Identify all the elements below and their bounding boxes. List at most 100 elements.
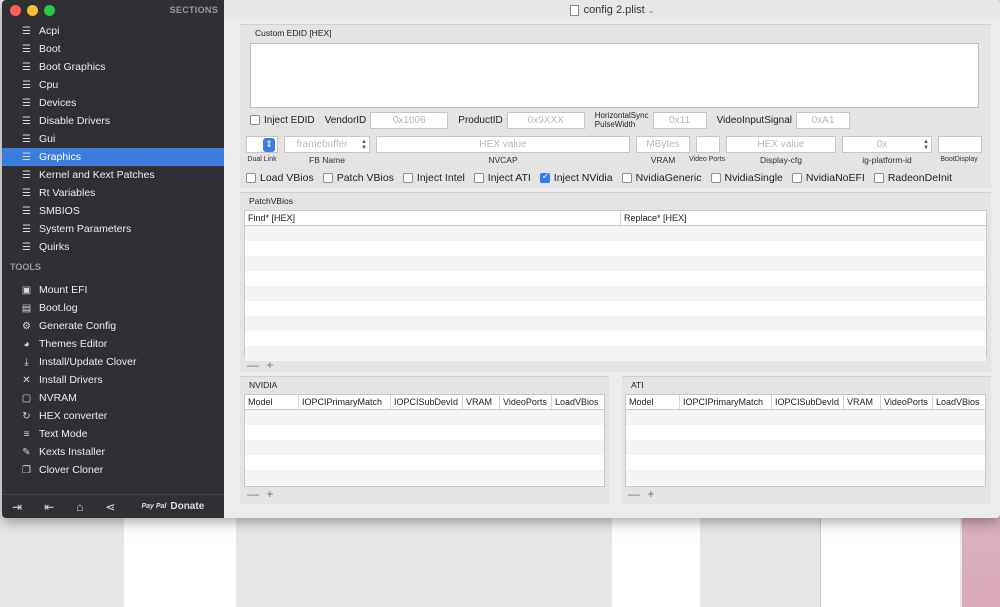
list-icon: ☰ <box>22 241 31 253</box>
sidebar-item[interactable]: ≡ Text Mode <box>2 425 224 443</box>
ati-table[interactable]: Model IOPCIPrimaryMatch IOPCISubDevId VRAM V… <box>625 394 986 487</box>
framebuffer-placeholder: framebuffer <box>296 139 348 150</box>
checkbox[interactable] <box>473 173 484 183</box>
sidebar-item-label: Gui <box>39 133 56 145</box>
minimize-button[interactable] <box>27 5 38 16</box>
table-header: Model IOPCIPrimaryMatch IOPCISubDevId VRAM V… <box>626 395 985 410</box>
checkbox-label: Patch VBios <box>336 172 394 184</box>
chevron-down-icon[interactable]: ⌄ <box>648 6 655 15</box>
sidebar-item[interactable]: ☰ Disable Drivers <box>2 112 224 130</box>
sidebar-item[interactable]: ☰ System Parameters <box>2 220 224 238</box>
donate-button[interactable]: Pay Pal Donate <box>141 501 204 512</box>
column-header[interactable]: Model <box>245 395 299 409</box>
sidebar-item[interactable]: ☰ Gui <box>2 130 224 148</box>
column-header[interactable]: LoadVBios <box>933 395 985 409</box>
checkbox-item[interactable]: NvidiaSingle <box>710 172 783 184</box>
checkbox-item[interactable]: Load VBios <box>246 172 314 184</box>
hsync-label-line1: HorizontalSync <box>594 111 649 120</box>
sidebar-item[interactable]: ☰ Kernel and Kext Patches <box>2 166 224 184</box>
sidebar-item[interactable]: ❐ Clover Cloner <box>2 461 224 479</box>
zoom-button[interactable] <box>44 5 55 16</box>
sidebar-item[interactable]: ✎ Kexts Installer <box>2 443 224 461</box>
display-cfg-label: Display-cfg <box>759 155 803 165</box>
nvidia-add-remove[interactable]: — + <box>247 487 275 501</box>
sidebar-item[interactable]: ✕ Install Drivers <box>2 371 224 389</box>
checkbox-item[interactable]: RadeonDeInit <box>873 172 952 184</box>
checkbox-item[interactable]: NvidiaGeneric <box>621 172 702 184</box>
column-header[interactable]: VRAM <box>844 395 881 409</box>
patchvbios-add-remove[interactable]: — + <box>247 358 275 372</box>
checkbox[interactable] <box>710 173 721 183</box>
sidebar-item[interactable]: ☰ SMBIOS <box>2 202 224 220</box>
framebuffer-select[interactable]: framebuffer ▲ ▼ <box>284 136 370 153</box>
inject-edid-checkbox[interactable] <box>250 115 260 125</box>
video-input-signal-input[interactable]: 0xA1 <box>796 111 850 129</box>
list-icon: ☰ <box>22 223 31 235</box>
home-icon[interactable]: ⌂ <box>76 500 83 514</box>
column-header[interactable]: IOPCIPrimaryMatch <box>680 395 772 409</box>
column-header[interactable]: IOPCISubDevId <box>391 395 463 409</box>
custom-edid-field[interactable] <box>250 43 979 108</box>
sidebar-item[interactable]: ⚙ Generate Config <box>2 317 224 335</box>
sidebar-item[interactable]: ☰ Boot <box>2 40 224 58</box>
checkbox[interactable] <box>402 173 413 183</box>
hsync-input[interactable]: 0x11 <box>652 111 707 129</box>
column-header[interactable]: VideoPorts <box>500 395 552 409</box>
checkbox[interactable] <box>791 173 802 183</box>
checkbox-item[interactable]: Inject Intel <box>402 172 465 184</box>
display-cfg-input[interactable]: HEX value <box>726 136 836 153</box>
column-header[interactable]: LoadVBios <box>552 395 604 409</box>
sidebar-item[interactable]: ↻ HEX converter <box>2 407 224 425</box>
checkbox-item[interactable]: Inject ATI <box>473 172 531 184</box>
column-header[interactable]: IOPCISubDevId <box>772 395 844 409</box>
column-header[interactable]: VideoPorts <box>881 395 933 409</box>
checkbox-item[interactable]: NvidiaNoEFI <box>791 172 865 184</box>
sidebar-item[interactable]: ☰ Graphics <box>2 148 224 166</box>
sidebar-item[interactable]: ☰ Boot Graphics <box>2 58 224 76</box>
sidebar-item[interactable]: ☰ Cpu <box>2 76 224 94</box>
share-icon[interactable]: ⋖ <box>105 500 115 514</box>
nvcap-input[interactable]: HEX value <box>376 136 630 153</box>
sidebar-item[interactable]: ☰ Acpi <box>2 22 224 40</box>
checkbox[interactable] <box>539 171 550 183</box>
sidebar-item[interactable]: ⤓ Install/Update Clover <box>2 353 224 371</box>
patchvbios-table[interactable]: Find* [HEX] Replace* [HEX] <box>244 210 987 361</box>
checkbox[interactable] <box>621 173 632 183</box>
window-title: config 2.plist <box>583 4 645 16</box>
column-header-find[interactable]: Find* [HEX] <box>245 211 621 225</box>
sidebar-item[interactable]: ☰ Quirks <box>2 238 224 256</box>
close-button[interactable] <box>10 5 21 16</box>
fb-name-label: FB Name <box>309 155 345 165</box>
column-header[interactable]: VRAM <box>463 395 500 409</box>
checkbox-item[interactable]: Patch VBios <box>322 172 394 184</box>
vendor-id-label: VendorID <box>324 114 367 126</box>
checkbox-label: Inject Intel <box>416 172 465 184</box>
import-icon[interactable]: ⇥ <box>12 500 22 514</box>
column-header[interactable]: IOPCIPrimaryMatch <box>299 395 391 409</box>
sidebar-item[interactable]: ◕ Themes Editor <box>2 335 224 353</box>
column-header-replace[interactable]: Replace* [HEX] <box>621 211 986 225</box>
product-id-input[interactable]: 0x9XXX <box>506 111 585 129</box>
sidebar-item[interactable]: ☰ Devices <box>2 94 224 112</box>
checkbox-label: Load VBios <box>260 172 314 184</box>
dual-link-select[interactable]: ⇕ <box>246 136 278 153</box>
video-ports-input[interactable] <box>696 136 720 153</box>
export-icon[interactable]: ⇤ <box>44 500 54 514</box>
sidebar-item[interactable]: ☰ Rt Variables <box>2 184 224 202</box>
nvidia-table[interactable]: Model IOPCIPrimaryMatch IOPCISubDevId VRAM V… <box>244 394 605 487</box>
sidebar-item[interactable]: ▢ NVRAM <box>2 389 224 407</box>
vendor-id-input[interactable]: 0x1006 <box>370 111 449 129</box>
checkbox-item[interactable]: Inject NVidia <box>539 171 613 184</box>
vram-input[interactable]: MBytes <box>636 136 690 153</box>
ati-add-remove[interactable]: — + <box>628 487 656 501</box>
ig-platform-id-select[interactable]: 0x ▲ ▼ <box>842 136 932 153</box>
column-header[interactable]: Model <box>626 395 680 409</box>
boot-display-input[interactable] <box>938 136 982 153</box>
hsync-label: HorizontalSync PulseWidth <box>595 111 649 129</box>
checkbox[interactable] <box>246 173 256 183</box>
checkbox[interactable] <box>873 173 884 183</box>
product-id-label: ProductID <box>458 114 503 126</box>
sidebar-item[interactable]: ▣ Mount EFI <box>2 281 224 299</box>
checkbox[interactable] <box>322 173 333 183</box>
sidebar-item[interactable]: ▤ Boot.log <box>2 299 224 317</box>
